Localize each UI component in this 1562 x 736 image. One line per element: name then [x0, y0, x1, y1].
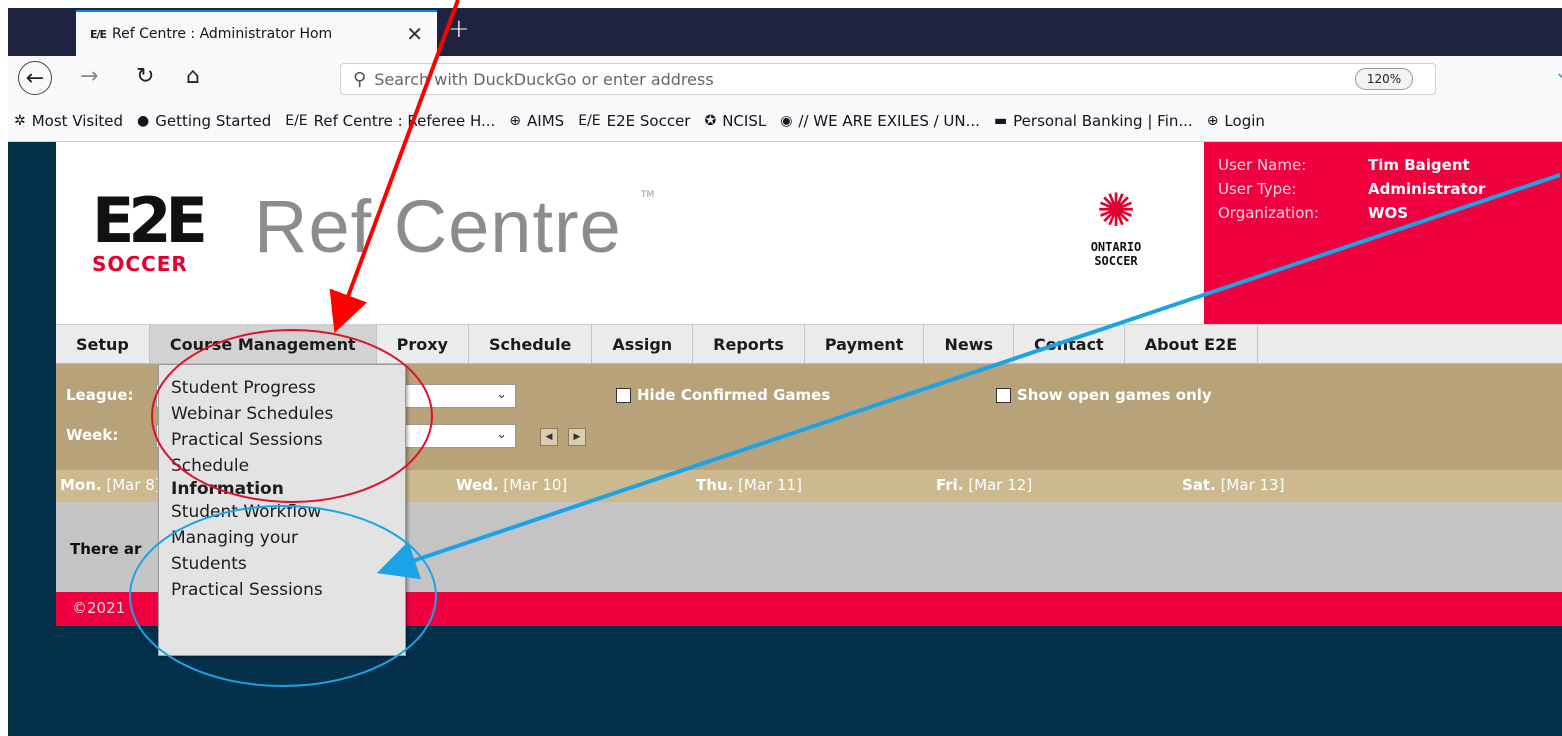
blue-circle [129, 505, 437, 687]
red-circle [151, 329, 433, 503]
screenshot-root: E/E Ref Centre : Administrator Hom ✕ + ←… [0, 0, 1562, 736]
blue-arrow [376, 173, 1561, 580]
annotation-overlay [129, 0, 1561, 687]
red-arrow [329, 0, 460, 334]
